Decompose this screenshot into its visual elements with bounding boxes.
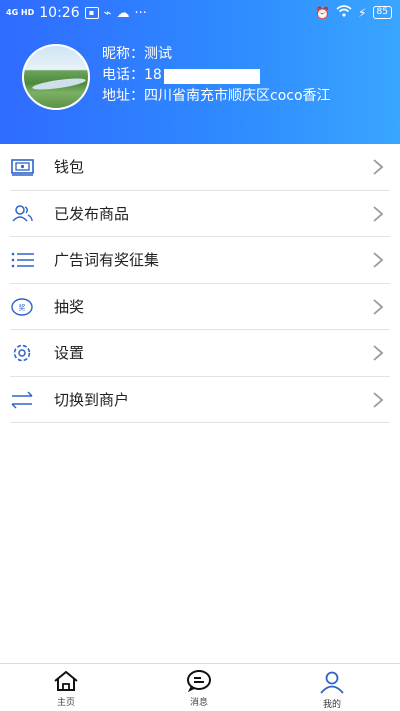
menu-item-label: 切换到商户 <box>54 390 130 409</box>
signal-indicator: 4G HD <box>6 8 35 17</box>
menu-item-label: 已发布商品 <box>54 204 130 223</box>
user-info: 昵称： 测试 电话： 18 地址： 四川省南充市顺庆区coco香江 <box>102 44 331 107</box>
list-icon <box>10 249 36 271</box>
menu-item-lottery[interactable]: 奖 抽奖 <box>10 284 390 330</box>
avatar[interactable] <box>22 44 90 110</box>
menu-item-slogan-contest[interactable]: 广告词有奖征集 <box>10 237 390 284</box>
charging-icon: ⚡ <box>358 5 367 20</box>
address-label: 地址： <box>102 88 144 104</box>
address-value: 四川省南充市顺庆区coco香江 <box>144 88 331 104</box>
menu-item-label: 抽奖 <box>54 297 85 316</box>
menu-list: 钱包 已发布商品 广告词有奖征集 奖 抽奖 设置 切换到商户 <box>0 144 400 423</box>
home-icon <box>54 670 78 691</box>
tab-label: 我的 <box>322 700 341 710</box>
wifi-icon <box>336 5 352 20</box>
tab-label: 主页 <box>56 698 75 708</box>
chevron-right-icon <box>372 158 384 176</box>
phone-value: 18 <box>144 67 162 83</box>
tab-label: 消息 <box>189 698 208 708</box>
battery-indicator: 85 <box>372 6 392 19</box>
notification-icon: ▪ <box>84 7 99 19</box>
chevron-right-icon <box>372 344 384 362</box>
chevron-right-icon <box>372 391 384 409</box>
chevron-right-icon <box>372 205 384 223</box>
chevron-right-icon <box>372 298 384 316</box>
svg-text:奖: 奖 <box>19 303 26 312</box>
address-row: 地址： 四川省南充市顺庆区coco香江 <box>102 86 331 107</box>
status-left: 4G HD 10:26 ▪ ⌁ ☁ ··· <box>6 5 147 21</box>
menu-item-switch-merchant[interactable]: 切换到商户 <box>10 377 390 423</box>
nickname-row: 昵称： 测试 <box>102 44 331 65</box>
menu-item-settings[interactable]: 设置 <box>10 330 390 377</box>
tab-messages[interactable]: 消息 <box>159 664 239 711</box>
weather-icon: ☁ <box>116 5 130 21</box>
profile-icon <box>320 671 344 694</box>
more-icon: ··· <box>134 5 147 21</box>
tab-profile[interactable]: 我的 <box>292 664 372 711</box>
phone-row: 电话： 18 <box>102 65 331 86</box>
chevron-right-icon <box>372 251 384 269</box>
menu-item-wallet[interactable]: 钱包 <box>10 144 390 191</box>
menu-item-label: 广告词有奖征集 <box>54 251 160 270</box>
wallet-icon <box>10 156 36 178</box>
users-icon <box>10 203 36 225</box>
bottom-tab-bar: 主页 消息 我的 <box>0 663 400 711</box>
menu-item-label: 设置 <box>54 344 85 363</box>
phone-redaction <box>163 69 260 84</box>
menu-item-label: 钱包 <box>54 158 85 177</box>
phone-label: 电话： <box>102 67 144 83</box>
menu-item-published-goods[interactable]: 已发布商品 <box>10 191 390 237</box>
status-bar: 4G HD 10:26 ▪ ⌁ ☁ ··· ⏰ ⚡ 85 <box>0 0 400 28</box>
tab-home[interactable]: 主页 <box>26 664 106 711</box>
nickname-value: 测试 <box>144 46 172 62</box>
status-right: ⏰ ⚡ 85 <box>315 5 392 20</box>
message-icon <box>187 670 211 692</box>
alarm-icon: ⏰ <box>315 5 331 20</box>
usb-icon: ⌁ <box>103 5 112 21</box>
prize-icon: 奖 <box>10 296 36 318</box>
nickname-label: 昵称： <box>102 46 144 62</box>
switch-icon <box>10 389 36 411</box>
profile-header: 4G HD 10:26 ▪ ⌁ ☁ ··· ⏰ ⚡ 85 昵称： 测试 电话： … <box>0 0 400 144</box>
status-time: 10:26 <box>39 5 80 21</box>
gear-icon <box>10 342 36 364</box>
